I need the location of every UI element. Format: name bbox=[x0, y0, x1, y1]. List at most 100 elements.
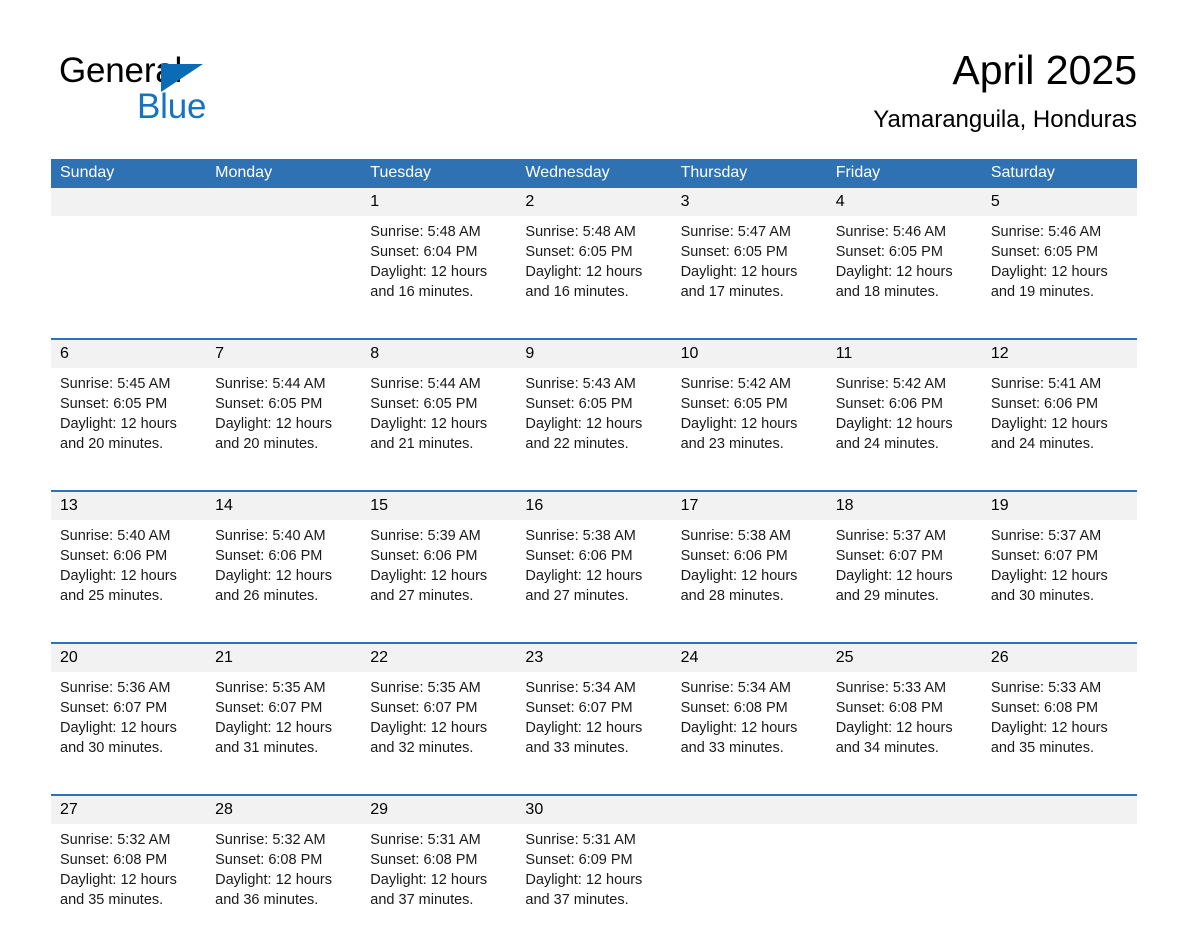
day-info-line: Daylight: 12 hours bbox=[370, 872, 488, 888]
calendar-day-cell[interactable]: 18 Sunrise: 5:37 AM Sunset: 6:07 PM Dayligh… bbox=[826, 490, 982, 625]
day-info-line: Sunset: 6:07 PM bbox=[525, 700, 633, 716]
day-info-line: and 37 minutes. bbox=[370, 892, 474, 908]
day-info-line: Sunset: 6:07 PM bbox=[60, 700, 168, 716]
day-sun-info: Sunrise: 5:46 AM Sunset: 6:05 PM Daylight:… bbox=[982, 216, 1137, 302]
day-sun-info: Sunrise: 5:48 AM Sunset: 6:04 PM Daylight:… bbox=[361, 216, 516, 302]
general-blue-logo[interactable]: General Blue bbox=[59, 51, 359, 141]
calendar-day-cell[interactable]: 17 Sunrise: 5:38 AM Sunset: 6:06 PM Dayligh… bbox=[671, 490, 827, 625]
day-cell-content bbox=[671, 796, 827, 929]
calendar-day-cell[interactable]: 4 Sunrise: 5:46 AM Sunset: 6:05 PM Daylight… bbox=[826, 188, 982, 321]
day-info-line: Daylight: 12 hours bbox=[835, 568, 953, 584]
day-info-line: and 27 minutes. bbox=[370, 588, 474, 604]
calendar-day-cell[interactable]: 14 Sunrise: 5:40 AM Sunset: 6:06 PM Dayligh… bbox=[206, 490, 362, 625]
day-info-line: Sunrise: 5:34 AM bbox=[525, 680, 636, 696]
day-cell-content: 13 Sunrise: 5:40 AM Sunset: 6:06 PM Dayligh… bbox=[51, 492, 207, 625]
day-info-line: and 34 minutes. bbox=[835, 740, 939, 756]
day-info-line: Sunset: 6:09 PM bbox=[525, 852, 633, 868]
calendar-day-cell[interactable]: 1 Sunrise: 5:48 AM Sunset: 6:04 PM Daylight… bbox=[361, 188, 517, 321]
day-info-line: and 29 minutes. bbox=[835, 588, 939, 604]
day-sun-info: Sunrise: 5:37 AM Sunset: 6:07 PM Daylight:… bbox=[827, 520, 982, 606]
day-sun-info: Sunrise: 5:31 AM Sunset: 6:09 PM Daylight:… bbox=[516, 824, 671, 910]
calendar-day-cell[interactable]: 23 Sunrise: 5:34 AM Sunset: 6:07 PM Dayligh… bbox=[516, 642, 672, 777]
calendar-day-cell[interactable]: 8 Sunrise: 5:44 AM Sunset: 6:05 PM Daylight… bbox=[361, 338, 517, 473]
day-info-line: Sunset: 6:06 PM bbox=[215, 548, 323, 564]
calendar-day-cell[interactable]: 22 Sunrise: 5:35 AM Sunset: 6:07 PM Dayligh… bbox=[361, 642, 517, 777]
calendar-day-cell[interactable]: 19 Sunrise: 5:37 AM Sunset: 6:07 PM Dayligh… bbox=[981, 490, 1137, 625]
day-sun-info: Sunrise: 5:33 AM Sunset: 6:08 PM Daylight:… bbox=[982, 672, 1137, 758]
calendar-day-cell[interactable]: 9 Sunrise: 5:43 AM Sunset: 6:05 PM Daylight… bbox=[516, 338, 672, 473]
day-info-line: Daylight: 12 hours bbox=[215, 872, 333, 888]
day-info-line: Daylight: 12 hours bbox=[525, 720, 643, 736]
calendar-day-cell[interactable]: 12 Sunrise: 5:41 AM Sunset: 6:06 PM Dayligh… bbox=[981, 338, 1137, 473]
day-cell-content: 17 Sunrise: 5:38 AM Sunset: 6:06 PM Dayligh… bbox=[671, 492, 827, 625]
day-info-line: Daylight: 12 hours bbox=[370, 720, 488, 736]
day-number bbox=[671, 796, 827, 824]
day-cell-content: 5 Sunrise: 5:46 AM Sunset: 6:05 PM Daylight… bbox=[981, 188, 1137, 321]
calendar-day-cell[interactable]: 26 Sunrise: 5:33 AM Sunset: 6:08 PM Dayligh… bbox=[981, 642, 1137, 777]
day-sun-info bbox=[51, 216, 206, 222]
week-spacer bbox=[51, 777, 1137, 795]
day-number: 6 bbox=[51, 340, 207, 368]
calendar-body: 1 Sunrise: 5:48 AM Sunset: 6:04 PM Daylight… bbox=[51, 188, 1137, 929]
calendar-day-cell[interactable]: 25 Sunrise: 5:33 AM Sunset: 6:08 PM Dayligh… bbox=[826, 642, 982, 777]
day-info-line: Sunset: 6:04 PM bbox=[370, 244, 478, 260]
day-info-line: and 36 minutes. bbox=[215, 892, 319, 908]
day-sun-info: Sunrise: 5:48 AM Sunset: 6:05 PM Daylight:… bbox=[516, 216, 671, 302]
calendar-day-cell[interactable]: 27 Sunrise: 5:32 AM Sunset: 6:08 PM Dayligh… bbox=[51, 794, 207, 929]
calendar-day-cell-empty bbox=[671, 794, 827, 929]
day-info-line: Daylight: 12 hours bbox=[215, 416, 333, 432]
day-info-line: Daylight: 12 hours bbox=[835, 264, 953, 280]
day-info-line: Sunset: 6:07 PM bbox=[835, 548, 943, 564]
day-number: 23 bbox=[516, 644, 672, 672]
day-sun-info: Sunrise: 5:44 AM Sunset: 6:05 PM Daylight:… bbox=[361, 368, 516, 454]
calendar-week-row: 20 Sunrise: 5:36 AM Sunset: 6:07 PM Dayligh… bbox=[51, 642, 1137, 777]
day-cell-content bbox=[981, 796, 1137, 929]
calendar-day-cell[interactable]: 20 Sunrise: 5:36 AM Sunset: 6:07 PM Dayligh… bbox=[51, 642, 207, 777]
day-info-line: Sunrise: 5:47 AM bbox=[680, 224, 791, 240]
calendar-day-cell[interactable]: 3 Sunrise: 5:47 AM Sunset: 6:05 PM Daylight… bbox=[671, 188, 827, 321]
day-info-line: Sunrise: 5:31 AM bbox=[370, 832, 481, 848]
calendar-day-cell[interactable]: 16 Sunrise: 5:38 AM Sunset: 6:06 PM Dayligh… bbox=[516, 490, 672, 625]
calendar-day-cell[interactable]: 5 Sunrise: 5:46 AM Sunset: 6:05 PM Daylight… bbox=[981, 188, 1137, 321]
day-info-line: Daylight: 12 hours bbox=[215, 720, 333, 736]
day-info-line: Sunset: 6:08 PM bbox=[60, 852, 168, 868]
calendar-day-cell[interactable]: 2 Sunrise: 5:48 AM Sunset: 6:05 PM Daylight… bbox=[516, 188, 672, 321]
calendar-week-row: 1 Sunrise: 5:48 AM Sunset: 6:04 PM Daylight… bbox=[51, 188, 1137, 321]
day-info-line: Sunset: 6:07 PM bbox=[215, 700, 323, 716]
day-info-line: and 33 minutes. bbox=[525, 740, 629, 756]
day-info-line: Daylight: 12 hours bbox=[60, 416, 177, 432]
calendar-day-cell[interactable]: 30 Sunrise: 5:31 AM Sunset: 6:09 PM Dayligh… bbox=[516, 794, 672, 929]
day-cell-content: 15 Sunrise: 5:39 AM Sunset: 6:06 PM Dayligh… bbox=[361, 492, 517, 625]
day-info-line: Daylight: 12 hours bbox=[835, 720, 953, 736]
calendar-day-cell[interactable]: 7 Sunrise: 5:44 AM Sunset: 6:05 PM Daylight… bbox=[206, 338, 362, 473]
calendar-day-cell[interactable]: 11 Sunrise: 5:42 AM Sunset: 6:06 PM Dayligh… bbox=[826, 338, 982, 473]
weekday-header-sunday: Sunday bbox=[51, 159, 207, 188]
calendar-day-cell[interactable]: 15 Sunrise: 5:39 AM Sunset: 6:06 PM Dayligh… bbox=[361, 490, 517, 625]
day-info-line: Sunrise: 5:43 AM bbox=[525, 376, 636, 392]
day-info-line: Sunrise: 5:46 AM bbox=[990, 224, 1102, 240]
calendar-day-cell[interactable]: 24 Sunrise: 5:34 AM Sunset: 6:08 PM Dayligh… bbox=[671, 642, 827, 777]
day-info-line: Sunset: 6:05 PM bbox=[680, 244, 788, 260]
calendar-day-cell[interactable]: 6 Sunrise: 5:45 AM Sunset: 6:05 PM Daylight… bbox=[51, 338, 207, 473]
week-spacer-cell bbox=[51, 625, 1137, 643]
day-info-line: Sunset: 6:06 PM bbox=[525, 548, 633, 564]
day-info-line: Sunrise: 5:34 AM bbox=[680, 680, 791, 696]
day-info-line: Daylight: 12 hours bbox=[525, 264, 643, 280]
day-info-line: Sunset: 6:05 PM bbox=[525, 244, 633, 260]
day-info-line: Sunrise: 5:46 AM bbox=[835, 224, 947, 240]
day-info-line: Daylight: 12 hours bbox=[680, 568, 798, 584]
day-number: 19 bbox=[981, 492, 1137, 520]
day-info-line: Sunrise: 5:39 AM bbox=[370, 528, 481, 544]
calendar-day-cell[interactable]: 13 Sunrise: 5:40 AM Sunset: 6:06 PM Dayligh… bbox=[51, 490, 207, 625]
day-sun-info: Sunrise: 5:46 AM Sunset: 6:05 PM Daylight:… bbox=[827, 216, 982, 302]
calendar-day-cell[interactable]: 28 Sunrise: 5:32 AM Sunset: 6:08 PM Dayligh… bbox=[206, 794, 362, 929]
day-cell-content: 1 Sunrise: 5:48 AM Sunset: 6:04 PM Daylight… bbox=[361, 188, 517, 321]
day-sun-info: Sunrise: 5:35 AM Sunset: 6:07 PM Daylight:… bbox=[206, 672, 361, 758]
page-title: April 2025 bbox=[952, 47, 1137, 93]
calendar-day-cell[interactable]: 10 Sunrise: 5:42 AM Sunset: 6:05 PM Dayligh… bbox=[671, 338, 827, 473]
calendar-day-cell[interactable]: 29 Sunrise: 5:31 AM Sunset: 6:08 PM Dayligh… bbox=[361, 794, 517, 929]
day-cell-content: 6 Sunrise: 5:45 AM Sunset: 6:05 PM Daylight… bbox=[51, 340, 207, 473]
calendar-day-cell-empty bbox=[51, 188, 207, 321]
day-info-line: and 26 minutes. bbox=[215, 588, 319, 604]
calendar-day-cell[interactable]: 21 Sunrise: 5:35 AM Sunset: 6:07 PM Dayligh… bbox=[206, 642, 362, 777]
